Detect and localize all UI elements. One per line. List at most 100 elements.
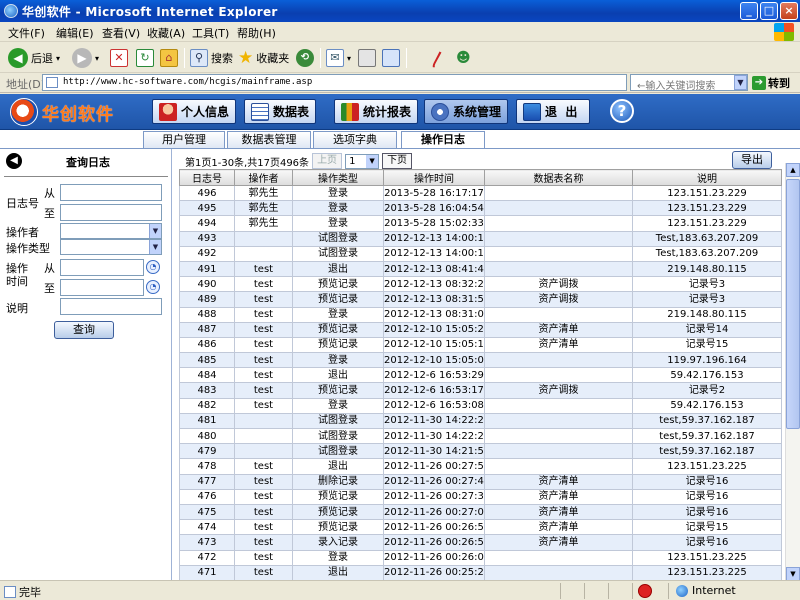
- nav-system-admin[interactable]: 系统管理: [424, 99, 509, 124]
- menu-help[interactable]: 帮助(H): [237, 25, 276, 41]
- go-button[interactable]: ➔ 转到: [752, 75, 790, 91]
- calendar-icon[interactable]: ◔: [146, 260, 160, 274]
- stop-button[interactable]: ✕: [110, 47, 128, 69]
- forward-button[interactable]: ▶ ▾: [72, 47, 99, 69]
- keyword-search-input[interactable]: ←输入关键词搜索: [630, 74, 748, 91]
- col-header-op-time[interactable]: 操作时间: [383, 169, 485, 186]
- table-row[interactable]: 474 test 预览记录 2012-11-26 00:26:52 资产清单 记录号15: [179, 519, 782, 536]
- search-button[interactable]: ⚲ 搜索: [190, 47, 233, 69]
- menu-tools[interactable]: 工具(T): [192, 25, 229, 41]
- query-button[interactable]: 查询: [54, 321, 114, 339]
- prev-page-button[interactable]: 上页: [312, 153, 343, 169]
- table-row[interactable]: 496 郭先生 登录 2013-5-28 16:17:17 123.151.23.229: [179, 184, 782, 202]
- nav-statistics-report[interactable]: 统计报表: [334, 99, 419, 124]
- collapse-panel-icon[interactable]: ◀: [6, 153, 22, 169]
- table-row[interactable]: 491 test 退出 2012-12-13 08:41:40 219.148.80.1…: [179, 260, 782, 278]
- operator-select[interactable]: ▼: [60, 223, 162, 239]
- logout-icon: [523, 102, 541, 121]
- table-row[interactable]: 484 test 退出 2012-12-6 16:53:29 59.42.176.153: [179, 367, 782, 384]
- tab-table-management[interactable]: 数据表管理: [227, 131, 311, 148]
- col-header-description[interactable]: 说明: [632, 169, 782, 186]
- col-header-log-no[interactable]: 日志号: [179, 169, 235, 186]
- nav-logout[interactable]: 退 出: [516, 99, 590, 124]
- col-header-op-type[interactable]: 操作类型: [292, 169, 384, 186]
- table-row[interactable]: 483 test 预览记录 2012-12-6 16:53:17 资产调拨 记录号2: [179, 382, 782, 399]
- calendar-icon[interactable]: ◔: [146, 280, 160, 294]
- col-header-operator[interactable]: 操作者: [234, 169, 293, 186]
- table-row[interactable]: 481 试图登录 2012-11-30 14:22:23 test,59.37.162…: [179, 412, 782, 430]
- log-no-from-input[interactable]: [60, 184, 162, 201]
- table-row[interactable]: 480 试图登录 2012-11-30 14:22:22 test,59.37.162…: [179, 427, 782, 445]
- table-row[interactable]: 471 test 退出 2012-11-26 00:25:24 123.151.23.2…: [179, 564, 782, 581]
- tab-operation-log[interactable]: 操作日志: [401, 131, 485, 149]
- minimize-button[interactable]: _: [740, 2, 758, 20]
- messenger-button[interactable]: ☻: [456, 47, 471, 69]
- table-row[interactable]: 473 test 录入记录 2012-11-26 00:26:50 资产清单 记录号16: [179, 534, 782, 551]
- keyword-dropdown-icon[interactable]: ▼: [734, 75, 747, 90]
- table-row[interactable]: 492 试图登录 2012-12-13 14:00:13 Test,183.63.20…: [179, 245, 782, 262]
- menu-edit[interactable]: 编辑(E): [56, 25, 94, 41]
- op-time-to-input[interactable]: [60, 279, 144, 296]
- popup-blocked-icon[interactable]: [638, 584, 652, 598]
- discuss-button[interactable]: 〳: [430, 47, 446, 69]
- menu-view[interactable]: 查看(V): [102, 25, 140, 41]
- history-button[interactable]: ⟲: [296, 47, 314, 69]
- cell-description: Test,183.63.207.209: [632, 245, 782, 262]
- scroll-up-icon[interactable]: ▲: [786, 163, 800, 177]
- menu-file[interactable]: 文件(F): [8, 25, 45, 41]
- table-row[interactable]: 475 test 预览记录 2012-11-26 00:27:05 资产清单 记录号16: [179, 503, 782, 521]
- vertical-scrollbar[interactable]: ▲ ▼: [785, 163, 800, 581]
- table-row[interactable]: 494 郭先生 登录 2013-5-28 15:02:33 123.151.23.229: [179, 215, 782, 232]
- table-row[interactable]: 482 test 登录 2012-12-6 16:53:08 59.42.176.153: [179, 397, 782, 414]
- table-row[interactable]: 477 test 删除记录 2012-11-26 00:27:49 资产清单 记录号16: [179, 473, 782, 490]
- table-row[interactable]: 487 test 预览记录 2012-12-10 15:05:25 资产清单 记录号14: [179, 321, 782, 338]
- table-row[interactable]: 493 试图登录 2012-12-13 14:00:17 Test,183.63.20…: [179, 230, 782, 247]
- table-row[interactable]: 490 test 预览记录 2012-12-13 08:32:28 资产调拨 记录号3: [179, 276, 782, 293]
- print-button[interactable]: [358, 47, 376, 69]
- table-row[interactable]: 476 test 预览记录 2012-11-26 00:27:39 资产清单 记录号16: [179, 488, 782, 505]
- maximize-button[interactable]: □: [760, 2, 778, 20]
- log-no-to-input[interactable]: [60, 204, 162, 221]
- refresh-button[interactable]: ↻: [136, 47, 154, 69]
- op-type-select[interactable]: ▼: [60, 239, 162, 255]
- menu-favorites[interactable]: 收藏(A): [147, 25, 185, 41]
- gear-icon: [431, 102, 449, 121]
- table-row[interactable]: 486 test 预览记录 2012-12-10 15:05:17 资产清单 记录号15: [179, 336, 782, 354]
- close-button[interactable]: ×: [780, 2, 798, 20]
- desc-input[interactable]: [60, 298, 162, 315]
- next-page-button[interactable]: 下页: [382, 153, 413, 169]
- scroll-thumb[interactable]: [786, 179, 800, 429]
- op-time-from-input[interactable]: [60, 259, 144, 276]
- back-button[interactable]: ◀ 后退 ▾: [8, 47, 60, 69]
- table-row[interactable]: 478 test 退出 2012-11-26 00:27:50 123.151.23.2…: [179, 458, 782, 475]
- nav-personal-info[interactable]: 个人信息: [152, 99, 237, 124]
- address-input[interactable]: http://www.hc-software.com/hcgis/mainfra…: [42, 74, 627, 91]
- table-row[interactable]: 485 test 登录 2012-12-10 15:05:08 119.97.196.1…: [179, 352, 782, 369]
- edit-button[interactable]: [382, 47, 400, 69]
- table-row[interactable]: 495 郭先生 登录 2013-5-28 16:04:54 123.151.23.229: [179, 200, 782, 217]
- export-button[interactable]: 导出: [732, 151, 772, 169]
- cell-description: 记录号15: [632, 519, 782, 536]
- table-row[interactable]: 488 test 登录 2012-12-13 08:31:01 219.148.80.1…: [179, 306, 782, 323]
- favorites-button[interactable]: ★ 收藏夹: [238, 47, 289, 69]
- mail-button[interactable]: ✉ ▾: [326, 47, 351, 69]
- cell-description: 记录号16: [632, 473, 782, 490]
- cell-log-no: 480: [179, 427, 235, 445]
- scroll-down-icon[interactable]: ▼: [786, 567, 800, 581]
- cell-operator: [234, 443, 293, 460]
- table-row[interactable]: 479 试图登录 2012-11-30 14:21:54 test,59.37.162…: [179, 443, 782, 460]
- nav-data-table[interactable]: 数据表: [244, 99, 317, 124]
- tab-option-dictionary[interactable]: 选项字典: [313, 131, 397, 148]
- table-row[interactable]: 472 test 登录 2012-11-26 00:26:07 123.151.23.2…: [179, 549, 782, 566]
- home-button[interactable]: ⌂: [160, 47, 178, 69]
- cell-table-name: [484, 352, 633, 369]
- cell-log-no: 477: [179, 473, 235, 490]
- cell-log-no: 471: [179, 564, 235, 581]
- cell-operator: test: [234, 336, 293, 354]
- col-header-table-name[interactable]: 数据表名称: [484, 169, 633, 186]
- table-row[interactable]: 489 test 预览记录 2012-12-13 08:31:54 资产调拨 记录号3: [179, 291, 782, 308]
- page-select[interactable]: 1 ▼: [345, 153, 380, 169]
- help-icon[interactable]: ?: [610, 99, 634, 123]
- favorites-label: 收藏夹: [256, 52, 290, 65]
- tab-user-management[interactable]: 用户管理: [143, 131, 225, 148]
